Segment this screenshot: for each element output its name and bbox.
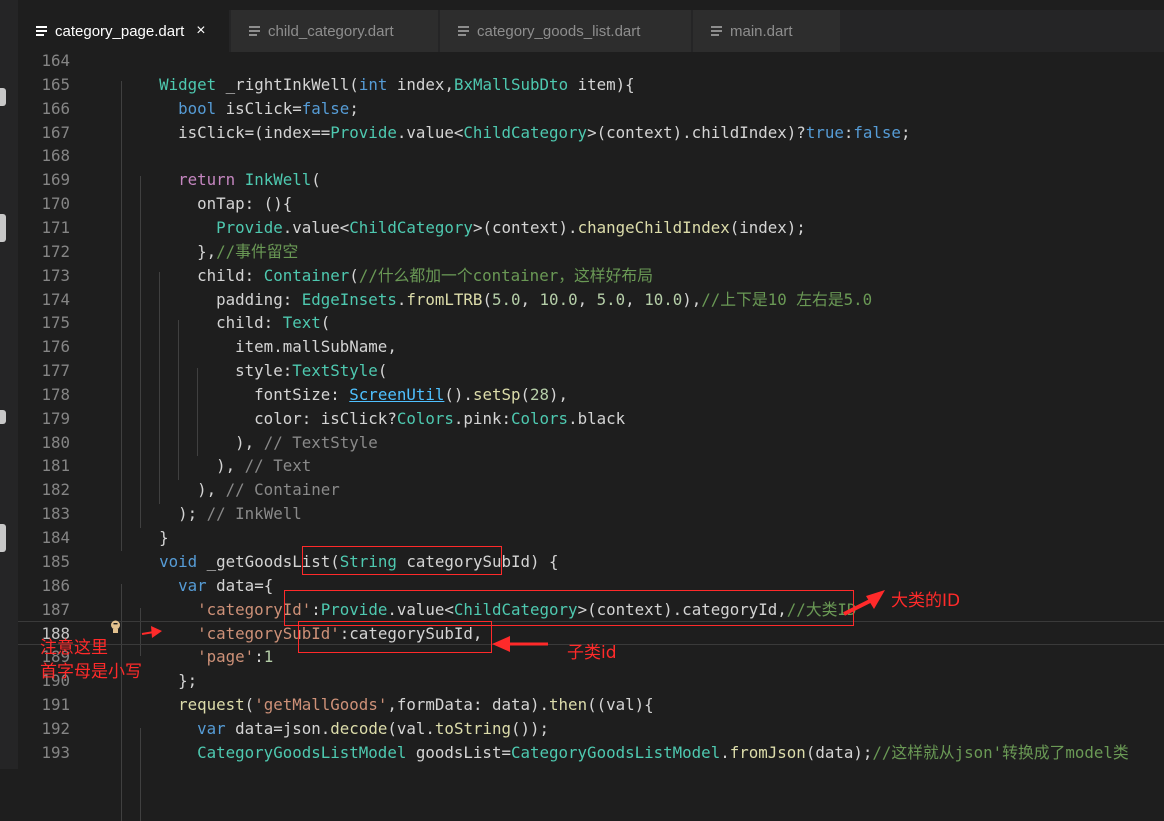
annotation-note-line2: 首字母是小写 [40, 662, 142, 682]
annotation-big-class-id: 大类的ID [891, 591, 961, 611]
annotation-note-line1: 注意这里 [40, 638, 108, 658]
annotation-sub-class-id: 子类id [567, 643, 617, 663]
